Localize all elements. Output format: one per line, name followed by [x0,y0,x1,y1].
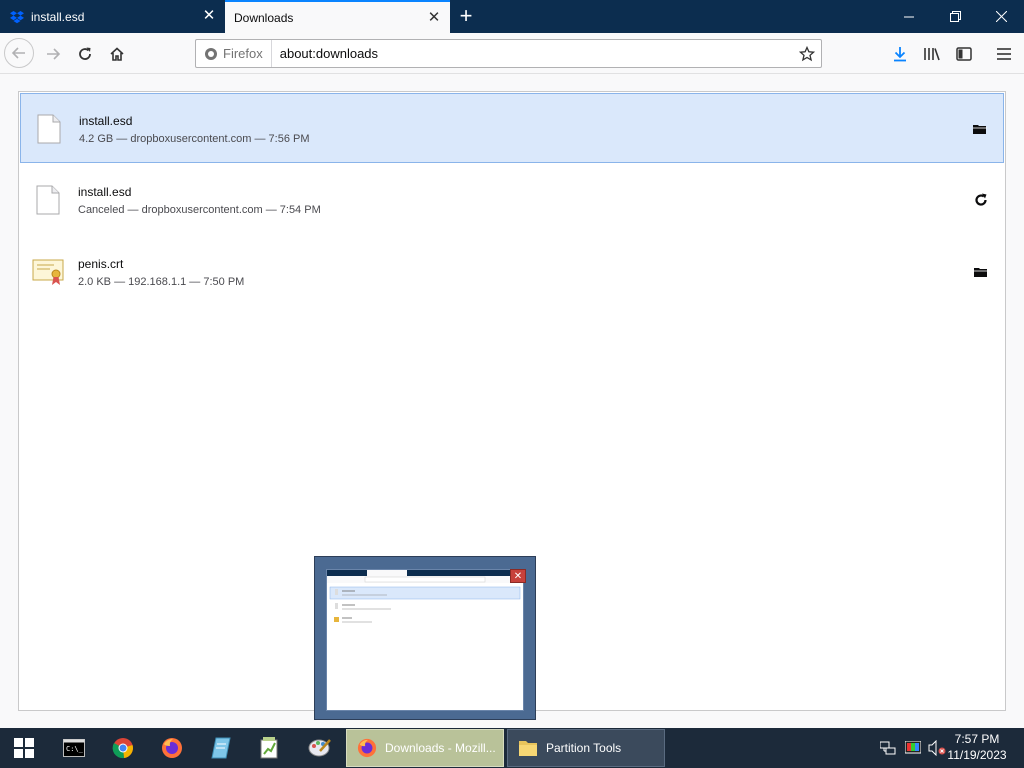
back-arrow-icon[interactable] [4,38,34,68]
download-item[interactable]: install.esd Canceled — dropboxuserconten… [20,165,1004,235]
document-icon [36,185,60,215]
clock-date: 11/19/2023 [947,748,1007,762]
forward-arrow-icon[interactable] [39,40,67,68]
windows-start-icon[interactable] [0,728,48,768]
command-prompt-icon[interactable]: C:\_ [50,728,98,768]
tab-downloads[interactable]: Downloads ✕ [225,0,450,33]
tab-close-icon[interactable]: ✕ [426,10,442,26]
open-folder-icon[interactable] [970,261,992,283]
navigation-toolbar: Firefox [0,33,1024,74]
close-window-icon[interactable] [978,0,1024,33]
window-thumbnail [326,569,524,711]
home-icon[interactable] [103,40,131,68]
tab-label: install.esd [31,9,85,24]
document-icon [37,114,61,144]
tab-install-esd[interactable]: install.esd ✕ [0,0,225,33]
bookmark-star-icon[interactable] [797,44,817,64]
close-icon[interactable]: ✕ [510,569,526,583]
download-filename: install.esd [79,114,133,128]
identity-box[interactable]: Firefox [196,40,272,67]
taskbar-thumbnail-preview[interactable]: ✕ [314,556,536,720]
reload-icon[interactable] [71,40,99,68]
download-filename: penis.crt [78,257,124,271]
notepad-plus-plus-icon[interactable] [246,728,294,768]
taskbar-item-label: Downloads - Mozill... [385,741,496,755]
download-status: 4.2 GB — dropboxusercontent.com — 7:56 P… [79,133,310,145]
downloads-arrow-icon[interactable] [886,40,914,68]
system-clock[interactable]: 7:57 PM 11/19/2023 [942,731,1012,763]
paint-icon[interactable] [296,728,344,768]
sidebar-icon[interactable] [950,40,978,68]
tab-close-icon[interactable]: ✕ [201,8,217,24]
svg-text:C:\_: C:\_ [66,745,84,753]
chrome-icon[interactable] [99,728,147,768]
restore-icon[interactable] [932,0,978,33]
tab-label: Downloads [234,10,294,25]
download-item[interactable]: penis.crt 2.0 KB — 192.168.1.1 — 7:50 PM [20,237,1004,307]
open-folder-icon[interactable] [969,118,991,140]
download-filename: install.esd [78,185,132,199]
display-color-icon[interactable] [905,728,921,768]
firefox-icon [357,738,377,758]
firefox-icon[interactable] [148,728,196,768]
download-item[interactable]: install.esd 4.2 GB — dropboxusercontent.… [20,93,1004,163]
hamburger-menu-icon[interactable] [990,40,1018,68]
taskbar-item-firefox-downloads[interactable]: Downloads - Mozill... [346,729,504,767]
taskbar-item-label: Partition Tools [546,741,622,755]
dropbox-icon [10,10,24,23]
taskbar: C:\_ Downloads - Mozill... Partition Too… [0,728,1024,768]
taskbar-item-partition-tools[interactable]: Partition Tools [507,729,665,767]
network-icon[interactable] [880,728,896,768]
retry-icon[interactable] [970,189,992,211]
certificate-icon [32,259,64,285]
minimize-icon[interactable] [886,0,932,33]
identity-label: Firefox [223,46,263,61]
folder-icon [519,741,537,756]
tab-strip: install.esd ✕ Downloads ✕ + [0,0,1024,33]
download-status: 2.0 KB — 192.168.1.1 — 7:50 PM [78,276,245,288]
url-bar[interactable]: Firefox [195,39,822,68]
url-input[interactable] [279,46,780,61]
download-status: Canceled — dropboxusercontent.com — 7:54… [78,204,321,216]
firefox-logo-icon [205,47,217,60]
clock-time: 7:57 PM [954,732,1000,746]
new-tab-plus-icon[interactable]: + [456,5,476,27]
notepad-icon[interactable] [197,728,245,768]
library-icon[interactable] [918,40,946,68]
